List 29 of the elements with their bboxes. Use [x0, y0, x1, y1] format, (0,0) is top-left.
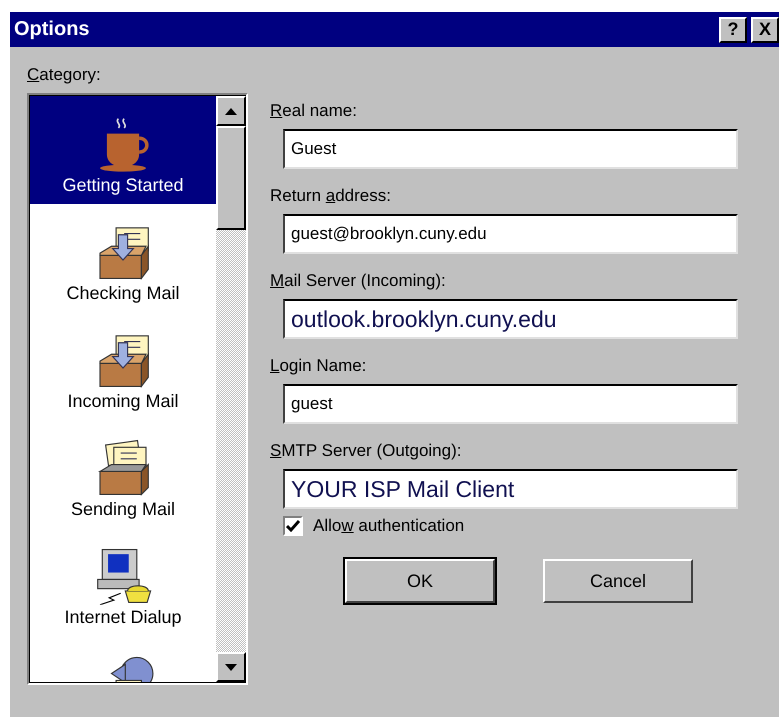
field-label: Mail Server (Incoming):	[270, 271, 447, 291]
category-label: Category:	[27, 65, 102, 85]
category-item[interactable]: Internet Dialup	[30, 528, 216, 636]
field-label: SMTP Server (Outgoing):	[270, 441, 462, 461]
window-title: Options	[14, 18, 91, 41]
checkbox-label: Allow authentication	[313, 516, 464, 536]
category-item[interactable]: Checking Mail	[30, 204, 216, 312]
field-label: Real name:	[270, 101, 358, 121]
text-field[interactable]: guest	[283, 384, 738, 424]
category-item[interactable]: Sending Mail	[30, 420, 216, 528]
text-field[interactable]: guest@brooklyn.cuny.edu	[283, 214, 738, 254]
ok-button[interactable]: OK	[345, 559, 495, 603]
checkbox[interactable]	[283, 516, 303, 536]
scroll-down-button[interactable]	[216, 652, 246, 682]
scroll-up-button[interactable]	[216, 96, 246, 126]
scroll-thumb[interactable]	[216, 126, 246, 230]
cancel-button[interactable]: Cancel	[543, 559, 693, 603]
category-item[interactable]: Getting Started	[30, 96, 216, 204]
down-arrow-icon	[225, 664, 237, 670]
category-item[interactable]: Incoming Mail	[30, 312, 216, 420]
text-field[interactable]: YOUR ISP Mail Client	[283, 469, 738, 509]
text-field[interactable]: Guest	[283, 129, 738, 169]
field-label: Return address:	[270, 186, 392, 206]
scrollbar[interactable]	[216, 95, 246, 683]
field-label: Login Name:	[270, 356, 368, 376]
help-button[interactable]: ?	[719, 16, 747, 42]
up-arrow-icon	[225, 108, 237, 114]
text-field[interactable]: outlook.brooklyn.cuny.edu	[283, 299, 738, 339]
close-button[interactable]: X	[751, 16, 779, 42]
